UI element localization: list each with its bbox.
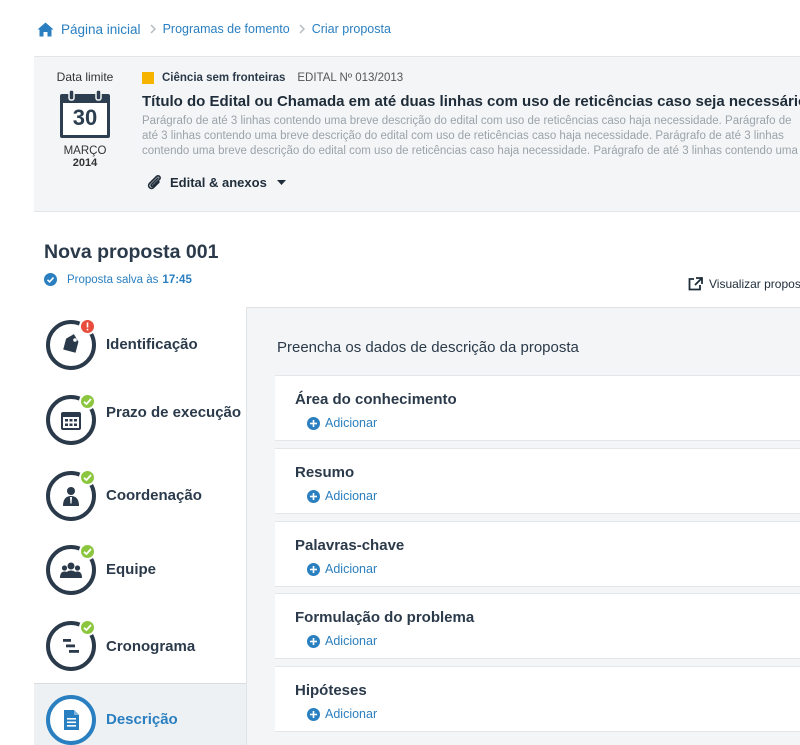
add-label: Adicionar [325,489,378,503]
check-icon [83,474,92,482]
plus-circle-icon [307,634,320,648]
breadcrumb-home-link[interactable]: Página inicial [61,22,141,37]
step-coordenacao[interactable]: Coordenação [34,459,246,535]
content-intro: Preencha os dados de descrição da propos… [277,339,579,356]
gantt-icon [63,639,79,653]
step-label: Coordenação [106,487,202,504]
check-badge [79,543,96,560]
chevron-right-icon [299,24,305,34]
add-button[interactable]: Adicionar [307,634,377,648]
save-status-text: Proposta salva às [67,273,159,286]
plus-circle-icon [307,562,320,576]
preview-proposal-link[interactable]: Visualizar proposta [688,277,800,291]
check-circle-icon [44,273,57,286]
tag-icon [63,334,79,353]
step-prazo-execucao[interactable]: Prazo de execução [34,383,246,459]
caret-down-icon [276,180,286,185]
section-title: Resumo [295,464,355,481]
step-equipe[interactable]: Equipe [34,535,246,611]
home-icon[interactable] [37,22,54,37]
edital-header: Data limite 30 MARÇO 2014 Ciência sem fr… [34,56,800,212]
calendar-icon [61,412,81,430]
check-badge [79,469,96,486]
external-link-icon [688,277,703,291]
add-label: Adicionar [325,707,378,721]
section-card: Área do conhecimento Adicionar [275,375,800,441]
step-label: Identificação [106,336,198,353]
breadcrumb-programs-link[interactable]: Programas de fomento [163,22,290,36]
step-label: Equipe [106,561,157,578]
save-status: Proposta salva às 17:45 [44,273,192,286]
person-icon [63,487,79,506]
attachments-label: Edital & anexos [170,175,267,190]
step-icon-circle [46,695,96,745]
breadcrumb: Página inicial Programas de fomento Cria… [37,20,391,38]
section-title: Palavras-chave [295,537,405,554]
add-label: Adicionar [325,416,378,430]
section-card: Formulação do problema Adicionar [275,593,800,659]
plus-circle-icon [307,707,320,721]
calendar-icon: 30 [59,89,111,139]
add-button[interactable]: Adicionar [307,416,377,430]
program-color-square [142,72,154,84]
team-icon [60,562,82,578]
step-identificacao[interactable]: Identificação [34,307,246,383]
add-button[interactable]: Adicionar [307,562,377,576]
preview-proposal-label: Visualizar proposta [709,277,800,291]
check-badge [79,393,96,410]
save-status-time: 17:45 [162,273,192,286]
step-label: Descrição [106,711,178,728]
steps-sidebar: Identificação Prazo de execução Coordena… [34,307,246,745]
step-cronograma[interactable]: Cronograma [34,611,246,687]
edital-number: EDITAL Nº 013/2013 [297,72,404,84]
paperclip-icon [147,175,161,190]
add-label: Adicionar [325,562,378,576]
program-row: Ciência sem fronteiras EDITAL Nº 013/201… [142,72,403,84]
chevron-right-icon [150,24,156,34]
plus-circle-icon [307,489,320,503]
attachments-dropdown[interactable]: Edital & anexos [146,174,286,191]
check-icon [83,624,92,632]
error-badge [79,318,96,335]
section-title: Hipóteses [295,682,367,699]
check-badge [79,619,96,636]
check-icon [83,548,92,556]
edital-title: Título do Edital ou Chamada em até duas … [142,93,800,110]
breadcrumb-current[interactable]: Criar proposta [312,22,391,36]
check-icon [83,398,92,406]
plus-circle-icon [307,416,320,430]
description-panel: Preencha os dados de descrição da propos… [246,307,800,745]
section-title: Área do conhecimento [295,391,457,408]
deadline-day: 30 [72,105,98,130]
document-icon [64,710,79,730]
add-button[interactable]: Adicionar [307,489,377,503]
edital-description: Parágrafo de até 3 linhas contendo uma b… [142,115,798,157]
exclamation-icon [86,322,89,331]
program-name: Ciência sem fronteiras [162,72,286,84]
deadline-label: Data limite [56,70,114,84]
step-label: Prazo de execução [106,404,242,421]
section-card: Palavras-chave Adicionar [275,521,800,587]
step-descricao[interactable]: Descrição [34,683,246,745]
section-title: Formulação do problema [295,609,475,626]
add-label: Adicionar [325,634,378,648]
deadline-month: MARÇO [63,145,107,157]
add-button[interactable]: Adicionar [307,707,377,721]
section-card: Resumo Adicionar [275,448,800,514]
section-card: Hipóteses Adicionar [275,666,800,732]
proposal-title: Nova proposta 001 [44,241,219,263]
deadline-year: 2014 [72,157,98,169]
step-label: Cronograma [106,638,196,655]
